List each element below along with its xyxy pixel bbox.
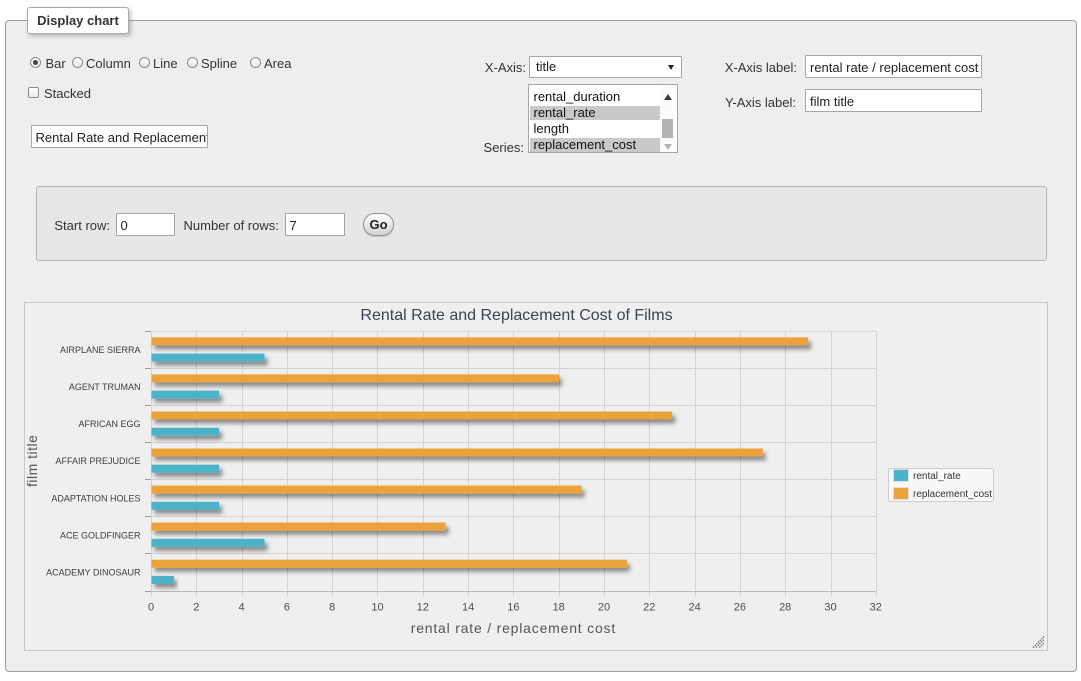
svg-text:rental_rate: rental_rate (913, 471, 961, 482)
svg-text:32: 32 (870, 602, 882, 614)
svg-text:10: 10 (371, 602, 383, 614)
svg-text:ACADEMY DINOSAUR: ACADEMY DINOSAUR (46, 567, 141, 577)
svg-text:30: 30 (824, 602, 836, 614)
svg-text:ADAPTATION HOLES: ADAPTATION HOLES (51, 493, 140, 503)
svg-text:16: 16 (507, 602, 519, 614)
svg-text:AIRPLANE SIERRA: AIRPLANE SIERRA (60, 345, 141, 355)
svg-text:replacement_cost: replacement_cost (913, 489, 992, 500)
svg-text:28: 28 (779, 602, 791, 614)
svg-text:4: 4 (239, 602, 245, 614)
svg-text:22: 22 (643, 602, 655, 614)
svg-text:AFFAIR PREJUDICE: AFFAIR PREJUDICE (55, 456, 140, 466)
svg-text:24: 24 (688, 602, 700, 614)
svg-text:14: 14 (462, 602, 474, 614)
svg-text:26: 26 (734, 602, 746, 614)
svg-text:Rental Rate and Replacement Co: Rental Rate and Replacement Cost of Film… (360, 307, 672, 324)
svg-text:8: 8 (329, 602, 335, 614)
svg-text:ACE GOLDFINGER: ACE GOLDFINGER (60, 530, 141, 540)
svg-text:6: 6 (284, 602, 290, 614)
svg-text:AFRICAN EGG: AFRICAN EGG (78, 419, 140, 429)
svg-text:film title: film title (25, 435, 40, 487)
svg-text:0: 0 (148, 602, 154, 614)
svg-text:12: 12 (417, 602, 429, 614)
svg-text:AGENT TRUMAN: AGENT TRUMAN (69, 382, 141, 392)
svg-text:18: 18 (553, 602, 565, 614)
svg-text:2: 2 (193, 602, 199, 614)
svg-text:rental rate / replacement cost: rental rate / replacement cost (411, 620, 616, 636)
svg-text:20: 20 (598, 602, 610, 614)
